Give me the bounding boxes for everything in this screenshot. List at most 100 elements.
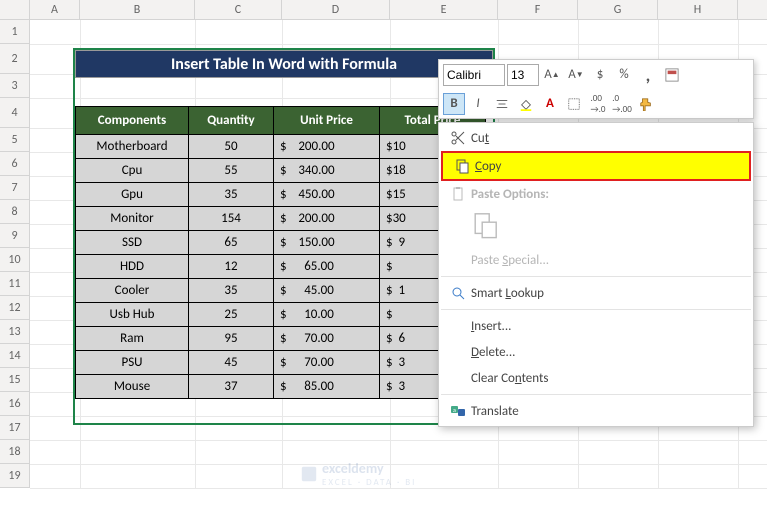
cell-styles-icon[interactable]: [661, 64, 683, 86]
table-cell[interactable]: $ 150.00: [274, 231, 380, 255]
table-row: Ram95$ 70.00$ 6: [76, 327, 486, 351]
col-header-B[interactable]: B: [80, 0, 195, 19]
percent-format-icon[interactable]: %: [613, 64, 635, 86]
table-cell[interactable]: Gpu: [76, 183, 189, 207]
table-cell[interactable]: $ 200.00: [274, 207, 380, 231]
menu-paste-special[interactable]: Paste Special...: [439, 247, 753, 273]
table-cell[interactable]: $ 45.00: [274, 279, 380, 303]
table-cell[interactable]: SSD: [76, 231, 189, 255]
table-row: Cooler35$ 45.00$ 1: [76, 279, 486, 303]
row-header-17[interactable]: 17: [0, 416, 30, 440]
table-cell[interactable]: 37: [189, 375, 274, 399]
table-row: Mouse37$ 85.00$ 3: [76, 375, 486, 399]
increase-font-icon[interactable]: A▲: [541, 64, 563, 86]
decrease-font-icon[interactable]: A▼: [565, 64, 587, 86]
align-center-icon[interactable]: [491, 93, 513, 115]
row-header-12[interactable]: 12: [0, 296, 30, 320]
italic-button[interactable]: I: [467, 93, 489, 115]
table-cell[interactable]: $ 200.00: [274, 135, 380, 159]
comma-format-icon[interactable]: ,: [637, 64, 659, 86]
row-header-14[interactable]: 14: [0, 344, 30, 368]
table-cell[interactable]: $ 70.00: [274, 327, 380, 351]
table-cell[interactable]: 95: [189, 327, 274, 351]
table-row: HDD12$ 65.00$: [76, 255, 486, 279]
row-header-18[interactable]: 18: [0, 440, 30, 464]
row-header-9[interactable]: 9: [0, 224, 30, 248]
col-header-F[interactable]: F: [498, 0, 578, 19]
bold-button[interactable]: B: [443, 93, 465, 115]
table-cell[interactable]: Cooler: [76, 279, 189, 303]
table-header: Unit Price: [274, 107, 380, 135]
menu-delete[interactable]: Delete...: [439, 339, 753, 365]
select-all-corner[interactable]: [0, 0, 30, 19]
row-header-2[interactable]: 2: [0, 44, 30, 74]
row-header-11[interactable]: 11: [0, 272, 30, 296]
col-header-D[interactable]: D: [282, 0, 390, 19]
row-header-6[interactable]: 6: [0, 152, 30, 176]
context-menu: Cut Copy Paste Options: Paste Special...…: [438, 122, 754, 427]
row-header-16[interactable]: 16: [0, 392, 30, 416]
menu-clear-contents[interactable]: Clear Contents: [439, 365, 753, 391]
increase-decimal-icon[interactable]: .00→.0: [587, 93, 609, 115]
row-header-5[interactable]: 5: [0, 128, 30, 152]
table-header: Components: [76, 107, 189, 135]
font-family-select[interactable]: [443, 64, 505, 86]
fill-color-icon[interactable]: [515, 93, 537, 115]
table-cell[interactable]: $ 70.00: [274, 351, 380, 375]
menu-cut[interactable]: Cut: [439, 125, 753, 151]
table-cell[interactable]: 65: [189, 231, 274, 255]
table-cell[interactable]: 45: [189, 351, 274, 375]
table-cell[interactable]: $ 85.00: [274, 375, 380, 399]
row-header-7[interactable]: 7: [0, 176, 30, 200]
table-cell[interactable]: Ram: [76, 327, 189, 351]
table-cell[interactable]: Motherboard: [76, 135, 189, 159]
col-header-E[interactable]: E: [390, 0, 498, 19]
table-row: Cpu55$ 340.00$18: [76, 159, 486, 183]
table-cell[interactable]: 12: [189, 255, 274, 279]
row-header-8[interactable]: 8: [0, 200, 30, 224]
format-painter-icon[interactable]: [635, 93, 657, 115]
table-row: Gpu35$ 450.00$15: [76, 183, 486, 207]
col-header-A[interactable]: A: [30, 0, 80, 19]
table-cell[interactable]: Monitor: [76, 207, 189, 231]
menu-smart-lookup[interactable]: Smart Lookup: [439, 280, 753, 306]
borders-icon[interactable]: [563, 93, 585, 115]
table-cell[interactable]: Usb Hub: [76, 303, 189, 327]
font-color-icon[interactable]: A: [539, 93, 561, 115]
table-cell[interactable]: $ 65.00: [274, 255, 380, 279]
col-header-H[interactable]: H: [658, 0, 738, 19]
menu-translate[interactable]: a Translate: [439, 398, 753, 424]
table-cell[interactable]: 50: [189, 135, 274, 159]
table-cell[interactable]: 55: [189, 159, 274, 183]
table-cell[interactable]: 25: [189, 303, 274, 327]
row-header-10[interactable]: 10: [0, 248, 30, 272]
row-header-13[interactable]: 13: [0, 320, 30, 344]
row-header-1[interactable]: 1: [0, 20, 30, 44]
watermark: exceldemy EXCEL · DATA · BI: [300, 460, 416, 488]
col-header-C[interactable]: C: [195, 0, 282, 19]
search-icon: [445, 285, 471, 301]
col-header-G[interactable]: G: [578, 0, 658, 19]
column-headers: ABCDEFGH: [0, 0, 767, 20]
menu-copy[interactable]: Copy: [441, 151, 751, 181]
paste-option-icon[interactable]: [471, 211, 499, 239]
table-cell[interactable]: 35: [189, 279, 274, 303]
font-size-select[interactable]: [507, 64, 539, 86]
menu-insert[interactable]: Insert...: [439, 313, 753, 339]
row-header-3[interactable]: 3: [0, 74, 30, 98]
table-cell[interactable]: $ 340.00: [274, 159, 380, 183]
table-cell[interactable]: 35: [189, 183, 274, 207]
table-cell[interactable]: 154: [189, 207, 274, 231]
table-cell[interactable]: HDD: [76, 255, 189, 279]
table-cell[interactable]: $ 450.00: [274, 183, 380, 207]
table-row: PSU45$ 70.00$ 3: [76, 351, 486, 375]
accounting-format-icon[interactable]: $: [589, 64, 611, 86]
row-header-15[interactable]: 15: [0, 368, 30, 392]
table-cell[interactable]: $ 10.00: [274, 303, 380, 327]
table-cell[interactable]: Cpu: [76, 159, 189, 183]
table-cell[interactable]: PSU: [76, 351, 189, 375]
row-header-19[interactable]: 19: [0, 464, 30, 488]
table-cell[interactable]: Mouse: [76, 375, 189, 399]
row-header-4[interactable]: 4: [0, 98, 30, 128]
decrease-decimal-icon[interactable]: .0→.00: [611, 93, 633, 115]
